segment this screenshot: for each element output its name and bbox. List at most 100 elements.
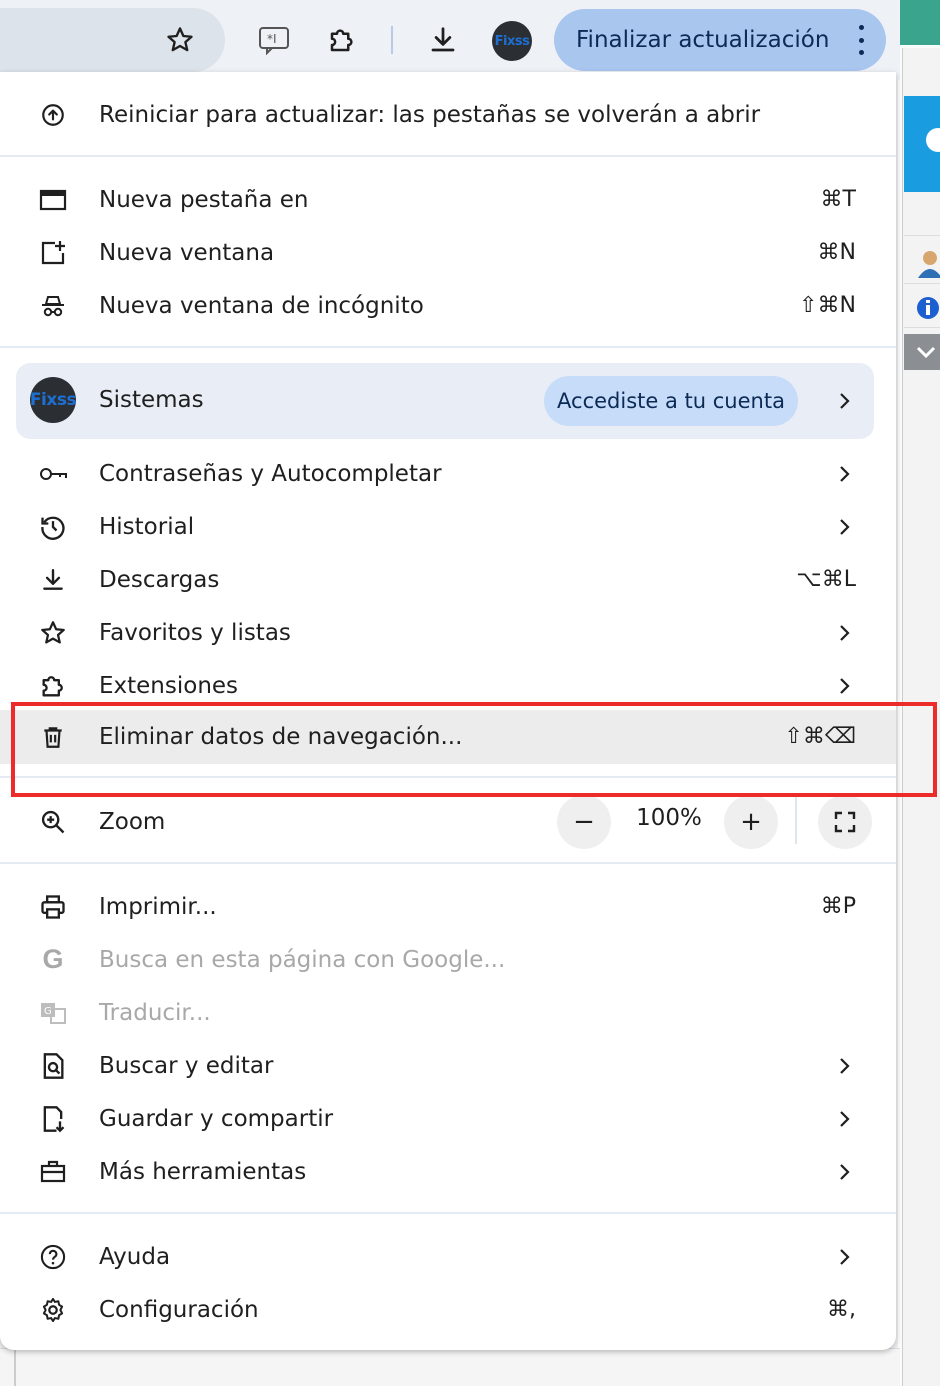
background-widget — [904, 96, 940, 192]
chevron-right-icon — [840, 393, 850, 409]
zoom-in-button[interactable]: + — [724, 795, 778, 849]
reading-mode-icon[interactable]: *I — [254, 20, 294, 60]
background-header — [898, 0, 940, 45]
chevron-right-icon — [840, 624, 850, 641]
toolbox-icon — [38, 1157, 68, 1187]
menu-item-label: Nueva ventana de incógnito — [99, 292, 424, 319]
chevron-right-icon — [840, 518, 850, 535]
menu-item-label: Más herramientas — [99, 1158, 307, 1185]
download-icon[interactable] — [423, 20, 463, 60]
zoom-icon — [38, 807, 68, 837]
menu-item-translate: G Traducir... — [0, 986, 896, 1039]
menu-item-help[interactable]: Ayuda — [0, 1230, 896, 1283]
menu-divider — [0, 155, 896, 157]
menu-item-restart-update[interactable]: Reiniciar para actualizar: las pestañas … — [0, 88, 896, 141]
background-user-icon — [904, 244, 940, 284]
menu-item-label: Favoritos y listas — [99, 619, 291, 646]
download-icon — [38, 565, 68, 595]
fullscreen-icon — [834, 811, 856, 833]
profile-name: Sistemas — [99, 387, 204, 413]
google-g-icon: G — [42, 944, 64, 974]
gear-icon — [38, 1295, 68, 1325]
kebab-menu-icon[interactable] — [858, 25, 864, 55]
menu-item-print[interactable]: Imprimir... ⌘P — [0, 880, 896, 933]
incognito-icon — [38, 291, 68, 321]
shortcut-text: ⌘T — [820, 187, 856, 212]
menu-item-downloads[interactable]: Descargas ⌥⌘L — [0, 553, 896, 606]
help-icon — [38, 1242, 68, 1272]
background-row — [904, 196, 940, 236]
menu-item-find-edit[interactable]: Buscar y editar — [0, 1039, 896, 1092]
menu-divider — [0, 862, 896, 864]
background-page-bottom — [0, 1348, 900, 1386]
zoom-out-button[interactable]: − — [557, 795, 611, 849]
menu-item-bookmarks[interactable]: Favoritos y listas — [0, 606, 896, 659]
browser-toolbar: *I Fixss Finalizar actualización — [0, 0, 900, 80]
zoom-level: 100% — [636, 805, 702, 831]
toolbar-divider — [391, 26, 393, 54]
shortcut-text: ⌘N — [817, 240, 856, 265]
chevron-right-icon — [840, 1110, 850, 1127]
background-chevron-down-icon — [904, 334, 940, 370]
save-share-icon — [38, 1104, 68, 1134]
menu-item-label: Configuración — [99, 1296, 259, 1323]
menu-item-label: Ayuda — [99, 1243, 171, 1270]
menu-item-label: Historial — [99, 513, 195, 540]
menu-item-new-window[interactable]: Nueva ventana ⌘N — [0, 226, 896, 279]
highlight-annotation-box — [11, 702, 937, 797]
menu-item-label: Zoom — [99, 808, 166, 835]
menu-item-more-tools[interactable]: Más herramientas — [0, 1145, 896, 1198]
menu-item-passwords[interactable]: Contraseñas y Autocompletar — [0, 447, 896, 500]
extensions-puzzle-icon[interactable] — [322, 20, 362, 60]
menu-item-incognito[interactable]: Nueva ventana de incógnito ⇧⌘N — [0, 279, 896, 332]
finish-update-button[interactable]: Finalizar actualización — [554, 9, 886, 71]
bookmark-star-icon[interactable] — [160, 20, 200, 60]
background-info-icon — [904, 288, 940, 328]
chevron-right-icon — [840, 1163, 850, 1180]
profile-avatar[interactable]: Fixss — [492, 21, 532, 61]
menu-item-label: Extensiones — [99, 672, 239, 699]
menu-divider — [0, 346, 896, 348]
chevron-right-icon — [840, 1057, 850, 1074]
menu-divider — [0, 1212, 896, 1214]
menu-item-label: Guardar y compartir — [99, 1105, 334, 1132]
shortcut-text: ⇧⌘N — [799, 293, 856, 318]
menu-item-search-google: G Busca en esta página con Google... — [0, 933, 896, 986]
menu-item-new-tab[interactable]: Nueva pestaña en ⌘T — [0, 173, 896, 226]
menu-item-save-share[interactable]: Guardar y compartir — [0, 1092, 896, 1145]
svg-text:*I: *I — [267, 32, 277, 46]
chevron-right-icon — [840, 465, 850, 482]
chevron-right-icon — [840, 677, 850, 694]
signed-in-badge: Accediste a tu cuenta — [544, 376, 798, 426]
find-in-page-icon — [38, 1051, 68, 1081]
extensions-puzzle-icon — [38, 671, 68, 701]
menu-item-label: Busca en esta página con Google... — [99, 946, 506, 973]
profile-avatar: Fixss — [30, 377, 76, 423]
menu-item-label: Buscar y editar — [99, 1052, 274, 1079]
fullscreen-button[interactable] — [818, 795, 872, 849]
menu-item-label: Nueva pestaña en — [99, 186, 309, 213]
key-icon — [38, 459, 68, 489]
printer-icon — [38, 892, 68, 922]
finish-update-label: Finalizar actualización — [576, 27, 830, 53]
menu-item-label: Nueva ventana — [99, 239, 275, 266]
svg-text:G: G — [44, 1006, 52, 1017]
menu-item-history[interactable]: Historial — [0, 500, 896, 553]
new-tab-icon — [38, 185, 68, 215]
background-page — [898, 0, 940, 1386]
new-window-icon — [38, 238, 68, 268]
star-icon — [38, 618, 68, 648]
translate-icon: G — [38, 998, 68, 1028]
history-icon — [38, 512, 68, 542]
menu-item-settings[interactable]: Configuración ⌘, — [0, 1283, 896, 1336]
menu-item-label: Imprimir... — [99, 893, 217, 920]
menu-item-label: Traducir... — [99, 999, 211, 1026]
chevron-right-icon — [840, 1248, 850, 1265]
profile-row[interactable]: Fixss Sistemas Accediste a tu cuenta — [16, 363, 874, 439]
menu-item-label: Reiniciar para actualizar: las pestañas … — [99, 101, 761, 128]
menu-item-label: Descargas — [99, 566, 220, 593]
shortcut-text: ⌥⌘L — [796, 567, 856, 592]
restart-icon — [38, 100, 68, 130]
menu-item-label: Contraseñas y Autocompletar — [99, 460, 442, 487]
shortcut-text: ⌘P — [820, 894, 856, 919]
